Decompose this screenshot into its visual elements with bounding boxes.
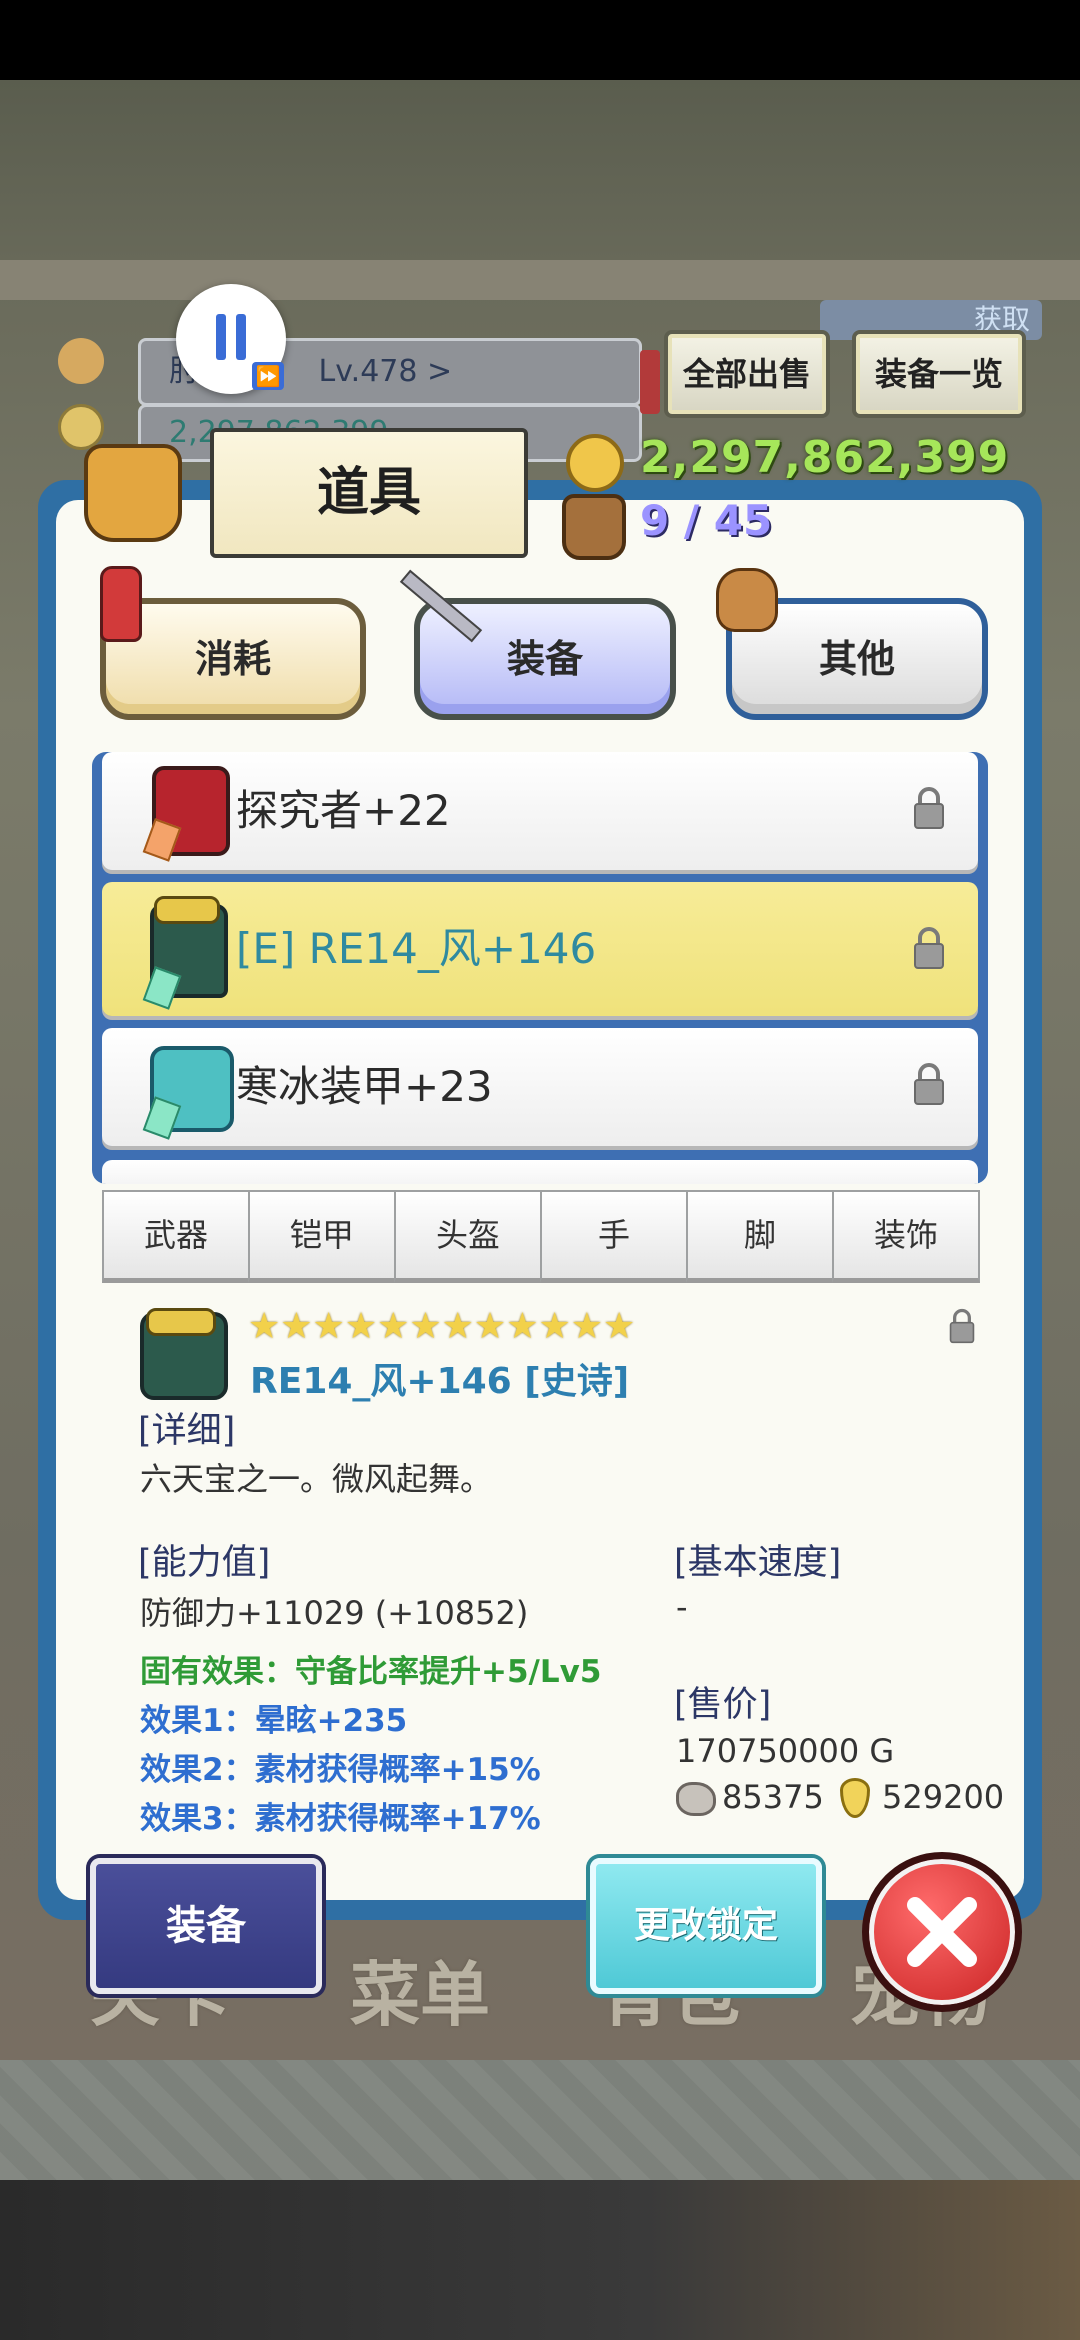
lock-icon[interactable] xyxy=(912,926,946,970)
item-description: 六天宝之一。微风起舞。 xyxy=(140,1460,493,1498)
potion-icon xyxy=(100,566,142,642)
detail-header: [详细] xyxy=(138,1411,236,1451)
stone-icon xyxy=(676,1782,716,1816)
bag-icon xyxy=(84,444,182,542)
item-name: 探究者+22 xyxy=(236,786,451,835)
backpack-icon xyxy=(562,494,626,560)
price-header: [售价] xyxy=(674,1685,772,1725)
equip-button[interactable]: 装备 xyxy=(90,1858,322,1994)
background-wall xyxy=(0,260,1080,300)
equip-list-button[interactable]: 装备一览 xyxy=(852,330,1026,418)
floor-tiles xyxy=(0,2060,1080,2180)
sell-all-button[interactable]: 全部出售 xyxy=(664,330,830,418)
status-bar xyxy=(0,0,1080,80)
speed-value: - xyxy=(676,1588,688,1626)
list-item[interactable]: 寒冰装甲+23 xyxy=(102,1028,978,1146)
defense-stat: 防御力+11029 (+10852) xyxy=(140,1594,529,1632)
effect-3: 效果3：素材获得概率+17% xyxy=(140,1801,541,1837)
effect-2: 效果2：素材获得概率+15% xyxy=(140,1752,541,1788)
category-weapon[interactable]: 武器 xyxy=(102,1190,250,1283)
list-item-partial[interactable] xyxy=(102,1160,978,1184)
detail-item-title: RE14_风+146 [史诗] xyxy=(250,1361,630,1402)
bg-nav-menu: 菜单 xyxy=(350,1954,490,2036)
inherent-effect: 固有效果：守备比率提升+5/Lv5 xyxy=(140,1654,602,1690)
category-armor[interactable]: 铠甲 xyxy=(248,1190,396,1283)
inventory-slots: 9 / 45 xyxy=(640,496,773,545)
pause-button[interactable]: ⏩ xyxy=(176,284,286,394)
stars-text: ★★★★★★★★★★★★ xyxy=(248,1306,636,1347)
close-button[interactable] xyxy=(862,1852,1022,2012)
item-name: [E] RE14_风+146 xyxy=(236,924,597,973)
pause-icon-bar xyxy=(236,314,246,360)
gold-amount: 2,297,862,399 xyxy=(640,432,1010,483)
speed-header: [基本速度] xyxy=(674,1543,842,1583)
rarity-gem-icon xyxy=(142,966,182,1010)
lock-icon[interactable] xyxy=(912,1062,946,1106)
bottom-area xyxy=(0,2180,1080,2340)
panel-title: 道具 xyxy=(210,428,528,558)
list-item[interactable]: 探究者+22 xyxy=(102,752,978,870)
ability-header: [能力值] xyxy=(138,1543,271,1583)
category-hand[interactable]: 手 xyxy=(540,1190,688,1283)
pause-icon xyxy=(216,314,226,360)
armor-collar-icon xyxy=(154,896,220,924)
item-name: 寒冰装甲+23 xyxy=(236,1062,493,1111)
item-list: 探究者+22 [E] RE14_风+146 寒冰装甲+23 xyxy=(92,752,988,1184)
drop-value: 529200 xyxy=(882,1778,1005,1816)
pouch-icon xyxy=(716,568,778,632)
list-item-selected[interactable]: [E] RE14_风+146 xyxy=(102,882,978,1016)
category-foot[interactable]: 脚 xyxy=(686,1190,834,1283)
rarity-gem-icon xyxy=(142,1096,182,1140)
close-icon xyxy=(907,1897,977,1967)
category-accessory[interactable]: 装饰 xyxy=(832,1190,980,1283)
stone-value: 85375 xyxy=(722,1778,824,1816)
detail-lock-icon[interactable] xyxy=(948,1308,976,1344)
player-avatar xyxy=(58,338,104,384)
player-level: Lv.478 > xyxy=(318,354,453,389)
lock-icon[interactable] xyxy=(912,786,946,830)
rarity-stars: ★★★★★★★★★★★★ xyxy=(248,1306,635,1347)
sell-price: 170750000 G xyxy=(676,1732,895,1770)
detail-armor-collar-icon xyxy=(146,1308,216,1336)
red-marker xyxy=(640,350,660,414)
fast-forward-icon[interactable]: ⏩ xyxy=(252,362,284,390)
effect-1: 效果1：晕眩+235 xyxy=(140,1703,408,1739)
gold-coin-icon xyxy=(566,434,624,492)
coin-icon xyxy=(58,404,104,450)
change-lock-button[interactable]: 更改锁定 xyxy=(590,1858,822,1994)
category-helmet[interactable]: 头盔 xyxy=(394,1190,542,1283)
